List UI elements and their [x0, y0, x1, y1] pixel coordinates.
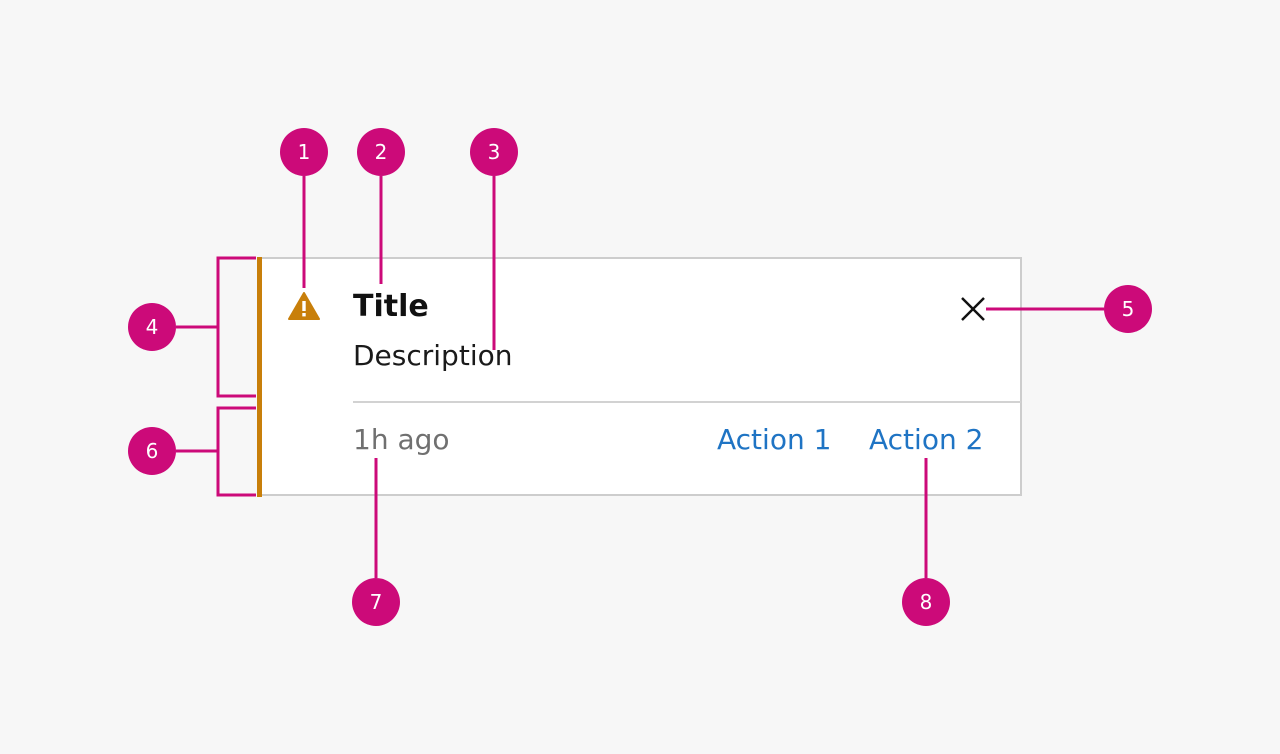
bracket-4	[216, 256, 256, 398]
svg-text:8: 8	[920, 590, 933, 614]
annotation-marker-3: 3	[470, 128, 518, 176]
action-1-link[interactable]: Action 1	[717, 424, 831, 456]
annotation-marker-1: 1	[280, 128, 328, 176]
annotation-marker-5: 5	[1104, 285, 1152, 333]
annotation-marker-2: 2	[357, 128, 405, 176]
warning-icon	[288, 292, 320, 320]
notification-accent-bar	[257, 257, 262, 497]
svg-text:4: 4	[146, 315, 159, 339]
annotation-marker-4: 4	[128, 303, 176, 351]
svg-text:7: 7	[370, 590, 383, 614]
svg-text:3: 3	[488, 140, 501, 164]
svg-text:2: 2	[375, 140, 388, 164]
close-icon[interactable]	[956, 292, 990, 326]
annotation-marker-8: 8	[902, 578, 950, 626]
action-2-link[interactable]: Action 2	[869, 424, 983, 456]
notification-description: Description	[353, 339, 513, 372]
notification-title: Title	[353, 289, 429, 324]
svg-text:6: 6	[146, 439, 159, 463]
svg-text:1: 1	[298, 140, 311, 164]
bracket-6	[216, 406, 256, 497]
diagram-stage: Title Description 1h ago Action 1 Action…	[0, 0, 1280, 754]
notification-timestamp: 1h ago	[353, 423, 450, 456]
annotation-marker-7: 7	[352, 578, 400, 626]
svg-text:5: 5	[1122, 297, 1135, 321]
annotation-marker-6: 6	[128, 427, 176, 475]
notification-divider	[353, 401, 1021, 403]
